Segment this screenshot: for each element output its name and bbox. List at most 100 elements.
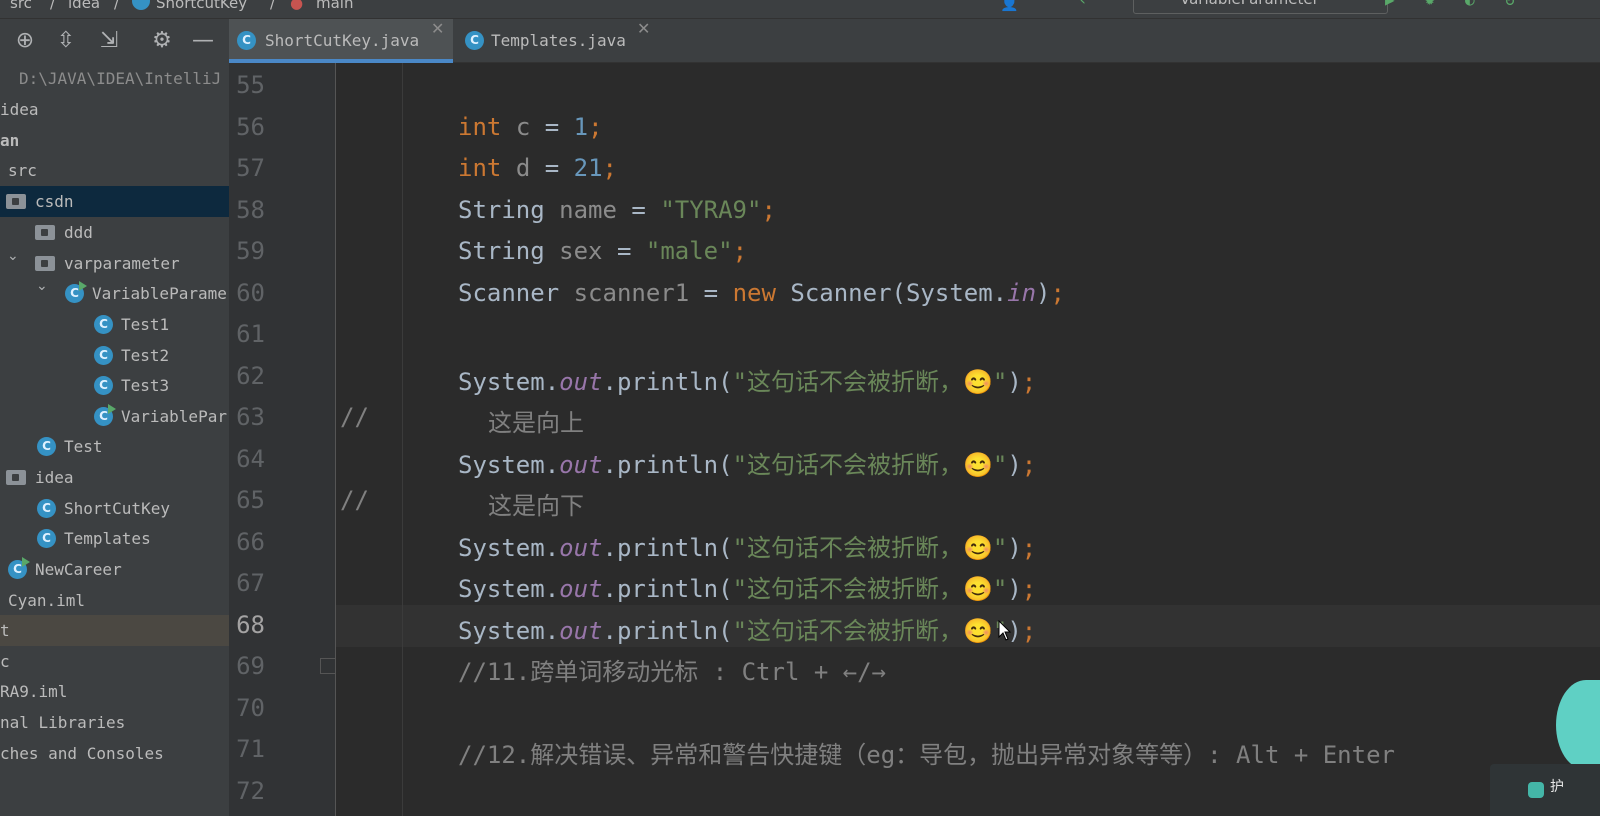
paren: ) [1036,279,1051,307]
class-icon: C [237,31,256,50]
code-editor[interactable]: 55 56 57 58 59 60 61 62 63 64 65 66 67 6… [229,63,1600,816]
tree-item-shortcutkey[interactable]: C ShortCutKey [0,493,229,524]
variable: c [515,113,531,141]
tree-item-test3[interactable]: C Test3 [0,370,229,401]
breadcrumb-idea[interactable]: idea [68,0,100,12]
close-icon[interactable]: ✕ [431,19,444,38]
constructor-call: Scanner(System. [790,279,1008,307]
tree-item-csdn[interactable]: csdn [0,186,229,217]
profile-icon[interactable]: ↻ [1505,0,1521,8]
gear-icon[interactable]: ⚙ [150,29,174,53]
paren: ) [1007,368,1022,396]
variable: d [515,154,531,182]
folder-icon [35,225,55,240]
folder-icon [6,194,26,209]
tree-item-idea-package[interactable]: idea [0,462,229,493]
tree-item-test1[interactable]: C Test1 [0,309,229,340]
semicolon: ; [761,196,776,224]
editor-tab-bar: C ShortCutKey.java ✕ C Templates.java ✕ [229,19,1600,63]
tree-item-newcareer[interactable]: C NewCareer [0,554,229,585]
chevron-down-icon[interactable]: ⌄ [36,278,48,294]
tree-item-t[interactable]: t [0,615,229,646]
line-number: 56 [236,113,265,141]
class-ref: System. [458,534,560,562]
tree-item-external-libraries[interactable]: nal Libraries [0,707,229,738]
debug-icon[interactable]: ✹ [1425,0,1441,8]
class-icon: C [37,499,56,518]
run-configuration-selector[interactable]: VariableParameter [1133,0,1388,14]
collapse-all-icon[interactable]: ⇲ [97,29,121,53]
close-icon[interactable]: ✕ [637,19,650,38]
type-name: String [458,237,545,265]
line-number: 64 [236,445,265,473]
method-call: .println( [602,534,733,562]
coverage-icon[interactable]: ◐ [1465,0,1481,8]
expand-all-icon[interactable]: ⇳ [54,29,78,53]
tree-item-root-path[interactable]: D:\JAVA\IDEA\IntelliJ [0,63,229,94]
class-ref: System. [458,617,560,645]
tree-item-variableparameter-class[interactable]: C VariablePar [0,401,229,432]
tree-item-scratches[interactable]: ches and Consoles [0,738,229,769]
operator: = [602,237,646,265]
chevron-down-icon[interactable]: ⌄ [7,248,19,264]
tree-item-label: Test1 [121,315,170,334]
tree-item-cyan-iml[interactable]: Cyan.iml [0,585,229,616]
tab-shortcutkey[interactable]: C ShortCutKey.java ✕ [229,19,453,63]
code-line-62: System.out.println("这句话不会被折断，😊"); [458,362,1036,397]
semicolon: ; [588,113,603,141]
fold-marker-icon[interactable] [320,658,336,674]
run-icon[interactable]: ▶ [1385,0,1401,8]
operator: = [530,113,574,141]
class-icon: C [37,529,56,548]
variable: scanner1 [573,279,690,307]
breadcrumb-class[interactable]: ShortcutKey [156,0,247,12]
tree-item-module[interactable]: an [0,125,229,156]
line-number: 60 [236,279,265,307]
line-number: 69 [236,652,265,680]
class-icon: C [94,376,113,395]
line-number: 62 [236,362,265,390]
method-call: .println( [602,617,733,645]
tree-item-label: c [0,652,10,671]
semicolon: ; [1021,368,1037,396]
tree-item-test2[interactable]: C Test2 [0,340,229,371]
breadcrumb-method[interactable]: main [316,0,353,12]
class-icon: C [465,31,484,50]
code-line-71-comment: //12.解决错误、异常和警告快捷键（eg：导包，抛出异常对象等等）: Alt … [458,741,1395,769]
string-literal: "这句话不会被折断，😊" [732,368,1008,396]
locate-icon[interactable]: ⊕ [13,29,37,53]
tree-item-label: Templates [64,529,151,548]
string-literal: "这句话不会被折断，😊" [732,617,1008,645]
tree-item-label: ShortCutKey [64,499,170,518]
string-literal: "这句话不会被折断，😊" [732,534,1008,562]
tree-item-label: D:\JAVA\IDEA\IntelliJ [19,69,222,88]
string-literal: "TYRA9" [660,196,762,224]
tree-item-variableparameter-package[interactable]: ⌄ C VariableParame [0,278,229,309]
tab-label: Templates.java [491,31,626,50]
tree-item-templates[interactable]: C Templates [0,523,229,554]
tree-item-c[interactable]: c [0,646,229,677]
tab-templates[interactable]: C Templates.java ✕ [453,19,663,63]
tree-item-label: RA9.iml [0,682,68,701]
breadcrumb-src[interactable]: src [10,0,32,12]
notification-popup[interactable]: 护 [1490,764,1600,816]
tree-item-varparameter[interactable]: ⌄ varparameter [0,248,229,279]
tree-item-ddd[interactable]: ddd [0,217,229,248]
tree-item-src[interactable]: src [0,155,229,186]
back-arrow-icon[interactable]: ‹ [1078,0,1094,8]
notification-icon [1528,782,1544,798]
semicolon: ; [1021,617,1037,645]
semicolon: ; [1050,279,1065,307]
user-icon[interactable]: 👤 [1000,0,1019,12]
semicolon: ; [732,237,748,265]
line-number: 58 [236,196,265,224]
tree-item-label: t [0,621,10,640]
tree-item-iml[interactable]: RA9.iml [0,676,229,707]
code-line-69-comment: //11.跨单词移动光标 : Ctrl + ←/→ [458,658,887,686]
tree-item-idea[interactable]: idea [0,94,229,125]
paren: ) [1007,575,1022,603]
variable: sex [559,237,603,265]
type-name: String [458,196,545,224]
tree-item-test[interactable]: C Test [0,431,229,462]
hide-icon[interactable]: — [191,29,215,53]
